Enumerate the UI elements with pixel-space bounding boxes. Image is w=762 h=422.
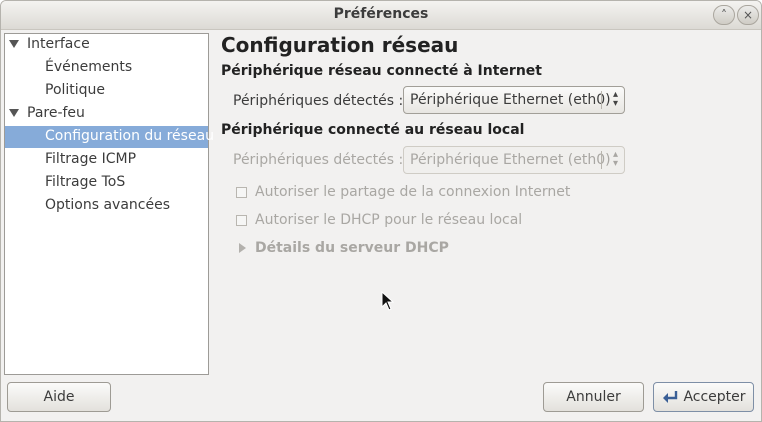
up-down-chevron-icon: ▴ ▾: [612, 149, 618, 169]
combo-separator: [601, 151, 602, 169]
dhcp-details-expander[interactable]: Détails du serveur DHCP: [255, 240, 449, 256]
dhcp-label: Autoriser le DHCP pour le réseau local: [255, 212, 523, 228]
settings-panel: Configuration réseau Périphérique réseau…: [221, 33, 761, 373]
tree-item-filtrage-icmp[interactable]: Filtrage ICMP: [5, 149, 208, 171]
window-title: Préférences: [333, 6, 429, 22]
share-connection-label: Autoriser le partage de la connexion Int…: [255, 184, 571, 200]
tree-item-options-avancees[interactable]: Options avancées: [5, 195, 208, 217]
local-section-heading: Périphérique connecté au réseau local: [221, 122, 525, 138]
tree-item-pare-feu[interactable]: Pare-feu: [5, 103, 208, 125]
combo-separator: [601, 91, 602, 109]
share-connection-checkbox[interactable]: [236, 187, 247, 198]
local-devices-label: Périphériques détectés :: [233, 152, 404, 168]
local-device-combo[interactable]: Périphérique Ethernet (eth0) ▴ ▾: [403, 146, 625, 174]
combo-value: Périphérique Ethernet (eth0): [410, 92, 611, 108]
internet-devices-label: Périphériques détectés :: [233, 93, 404, 109]
tree-item-label: Événements: [45, 59, 133, 75]
accept-label: Accepter: [683, 389, 746, 405]
tree-item-politique[interactable]: Politique: [5, 80, 208, 102]
title-bar[interactable]: Préférences ˄ ×: [1, 1, 761, 30]
tree-item-label: Filtrage ICMP: [45, 151, 137, 167]
enter-arrow-icon: [663, 391, 678, 403]
combo-value: Périphérique Ethernet (eth0): [410, 152, 611, 168]
tree-item-configuration-du-reseau[interactable]: Configuration du réseau: [5, 126, 214, 148]
help-button[interactable]: Aide: [7, 382, 111, 412]
dhcp-checkbox[interactable]: [236, 215, 247, 226]
preferences-window: Préférences ˄ × Interface Événements Pol…: [0, 0, 762, 422]
tree-item-label: Pare-feu: [27, 105, 85, 121]
triangle-right-icon[interactable]: [239, 243, 246, 253]
tree-item-label: Filtrage ToS: [45, 174, 126, 190]
internet-section-heading: Périphérique réseau connecté à Internet: [221, 63, 542, 79]
tree-item-label: Configuration du réseau: [45, 128, 215, 144]
expander-icon[interactable]: [9, 40, 19, 48]
page-title: Configuration réseau: [221, 33, 459, 57]
mouse-cursor-icon: [381, 291, 395, 311]
up-down-chevron-icon: ▴ ▾: [612, 89, 618, 109]
tree-item-evenements[interactable]: Événements: [5, 57, 208, 79]
preferences-tree: Interface Événements Politique Pare-feu …: [4, 33, 214, 375]
internet-device-combo[interactable]: Périphérique Ethernet (eth0) ▴ ▾: [403, 86, 625, 114]
cancel-button[interactable]: Annuler: [543, 382, 644, 412]
accept-button[interactable]: Accepter: [653, 382, 754, 412]
minimize-button[interactable]: ˄: [713, 5, 735, 25]
tree-item-label: Options avancées: [45, 197, 171, 213]
tree-item-interface[interactable]: Interface: [5, 34, 208, 56]
expander-icon[interactable]: [9, 109, 19, 117]
tree-item-label: Interface: [27, 36, 90, 52]
tree-item-label: Politique: [45, 82, 106, 98]
tree-item-filtrage-tos[interactable]: Filtrage ToS: [5, 172, 208, 194]
close-button[interactable]: ×: [737, 5, 759, 25]
